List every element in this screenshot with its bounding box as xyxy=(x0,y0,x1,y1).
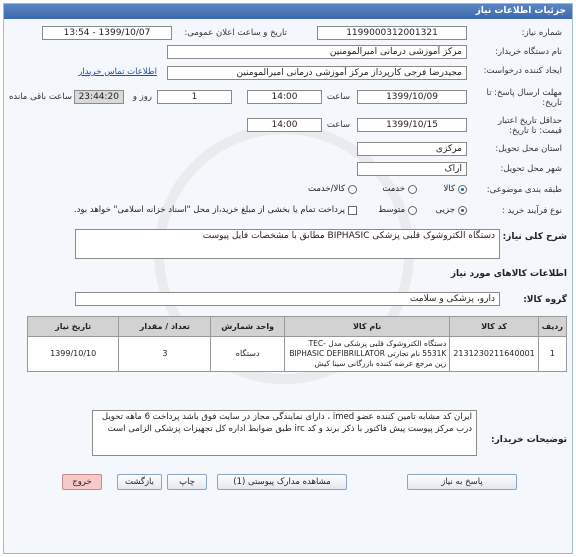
province-label: استان محل تحویل: xyxy=(495,144,562,154)
price-time-label: ساعت xyxy=(326,120,350,130)
price-time-field: 14:00 xyxy=(247,118,322,132)
row-date: 1399/10/10 xyxy=(26,336,120,372)
province-field: مرکزی xyxy=(357,142,467,156)
goods-group-label: گروه کالا: xyxy=(523,295,567,305)
row-index: 1 xyxy=(537,336,568,372)
announce-label: تاریخ و ساعت اعلان عمومی: xyxy=(184,28,287,38)
need-number-field: 1199000312001321 xyxy=(317,26,467,40)
reply-time-label: ساعت xyxy=(326,92,350,102)
row-code: 2131230211640001 xyxy=(449,336,539,372)
col-qty: تعداد / مقدار xyxy=(118,316,212,337)
city-field: اراک xyxy=(357,162,467,176)
col-unit: واحد شمارش xyxy=(210,316,285,337)
city-label: شهر محل تحویل: xyxy=(500,164,562,174)
category-service-radio[interactable]: خدمت xyxy=(382,184,417,194)
goods-group-field: دارو، پزشکی و سلامت xyxy=(75,292,500,306)
exit-button[interactable]: خروج xyxy=(62,474,102,490)
process-medium-radio[interactable]: متوسط xyxy=(378,205,417,215)
price-date-field: 1399/10/15 xyxy=(357,118,467,132)
buyer-org-field: مرکز آموزشی درمانی امیرالمومنین xyxy=(167,45,467,59)
col-index: ردیف xyxy=(537,316,568,337)
remaining-time-field: 23:44:20 xyxy=(74,90,124,104)
treasury-checkbox[interactable]: پرداخت تمام یا بخشی از مبلغ خرید،از محل … xyxy=(74,205,357,215)
back-button[interactable]: بازگشت xyxy=(117,474,162,490)
reply-date-field: 1399/10/09 xyxy=(357,90,467,104)
buyer-notes-label: توضیحات خریدار: xyxy=(491,435,567,445)
goods-section-title: اطلاعات کالاهای مورد نیاز xyxy=(450,269,567,279)
category-both-radio[interactable]: کالا/خدمت xyxy=(308,184,357,194)
row-unit: دستگاه xyxy=(210,336,285,372)
reply-button[interactable]: پاسخ به نیاز xyxy=(407,474,517,490)
process-label: نوع فرآیند خرید : xyxy=(501,206,562,216)
row-qty: 3 xyxy=(118,336,212,372)
view-attachments-button[interactable]: مشاهده مدارک پیوستی (1) xyxy=(217,474,347,490)
col-name: نام کالا xyxy=(283,316,451,337)
table-row: 1 2131230211640001 دستگاه الکتروشوک قلبی… xyxy=(26,336,568,372)
category-label: طبقه بندی موضوعی: xyxy=(486,185,562,195)
creator-field: مجیدرضا فرجی کارپرداز مرکز آموزشی درمانی… xyxy=(167,66,467,80)
window-title: جزئیات اطلاعات نیاز xyxy=(4,4,572,19)
reply-deadline-label: مهلت ارسال پاسخ: تا تاریخ: xyxy=(486,88,562,108)
days-field: 1 xyxy=(157,90,232,104)
col-code: کد کالا xyxy=(449,316,539,337)
category-goods-radio[interactable]: کالا xyxy=(444,184,467,194)
price-deadline-label: حداقل تاریخ اعتبار قیمت: تا تاریخ: xyxy=(497,116,562,136)
goods-table-header: ردیف کد کالا نام کالا واحد شمارش تعداد /… xyxy=(26,316,568,337)
creator-label: ایجاد کننده درخواست: xyxy=(483,66,562,76)
announce-field: 1399/10/07 - 13:54 xyxy=(42,26,172,40)
remaining-label: ساعت باقی مانده xyxy=(8,92,72,102)
summary-field: دستگاه الکتروشوک قلبی پزشکی BIPHASIC مطا… xyxy=(75,229,500,259)
buyer-org-label: نام دستگاه خریدار: xyxy=(495,47,562,57)
buyer-notes-field: ایران کد مشابه تامین کننده عضو imed ، دا… xyxy=(92,410,477,456)
detail-window: جزئیات اطلاعات نیاز شماره نیاز: 11990003… xyxy=(3,3,573,554)
summary-label: شرح کلی نیاز: xyxy=(502,232,567,242)
print-button[interactable]: چاپ xyxy=(167,474,207,490)
reply-time-field: 14:00 xyxy=(247,90,322,104)
process-minor-radio[interactable]: جزیی xyxy=(436,205,467,215)
need-number-label: شماره نیاز: xyxy=(521,28,562,38)
col-date: تاریخ نیاز xyxy=(26,316,120,337)
row-name: دستگاه الکتروشوک قلبی پزشکی مدل TEC-5531… xyxy=(283,336,451,372)
days-label: روز و xyxy=(132,92,152,102)
goods-table: ردیف کد کالا نام کالا واحد شمارش تعداد /… xyxy=(26,316,568,372)
buyer-contact-link[interactable]: اطلاعات تماس خریدار xyxy=(78,67,157,77)
